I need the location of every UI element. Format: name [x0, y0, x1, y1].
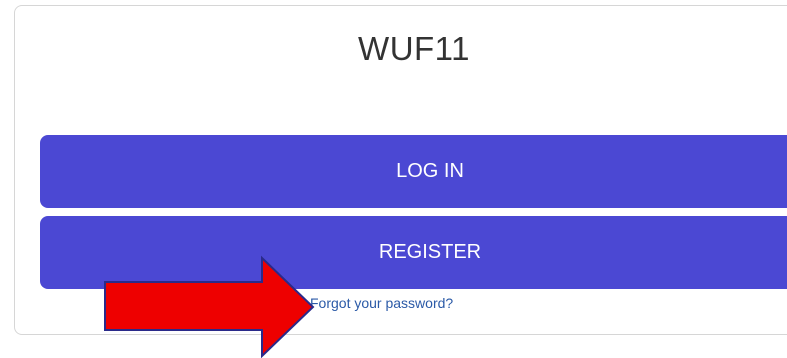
red-arrow-icon: [104, 255, 315, 358]
page: WUF11 LOG IN REGISTER Forgot your passwo…: [0, 0, 787, 358]
